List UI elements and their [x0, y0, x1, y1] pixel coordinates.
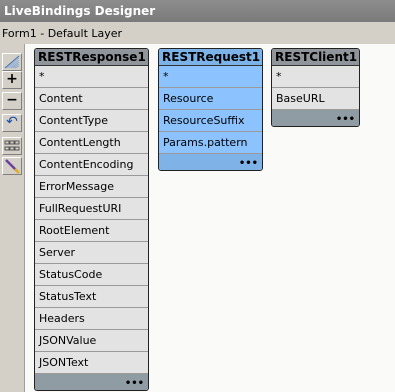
field-row[interactable]: FullRequestURI [35, 198, 148, 220]
zoom-in-icon: + [6, 71, 18, 87]
field-row[interactable]: * [159, 66, 262, 88]
field-row[interactable]: Resource [159, 88, 262, 110]
field-row[interactable]: BaseURL [272, 88, 359, 110]
field-row[interactable]: * [35, 66, 148, 88]
field-row[interactable]: RootElement [35, 220, 148, 242]
field-row[interactable]: ErrorMessage [35, 176, 148, 198]
component-restclient1[interactable]: RESTClient1 * BaseURL ••• [271, 48, 360, 127]
component-footer: ••• [35, 374, 148, 390]
field-row[interactable]: JSONValue [35, 330, 148, 352]
component-restresponse1[interactable]: RESTResponse1 * Content ContentType Cont… [34, 48, 149, 391]
undo-icon: ↶ [6, 114, 18, 130]
field-row[interactable]: ContentLength [35, 132, 148, 154]
field-row[interactable]: * [272, 66, 359, 88]
window-title: LiveBindings Designer [0, 0, 395, 22]
component-title[interactable]: RESTResponse1 [35, 49, 148, 66]
undo-button[interactable]: ↶ [2, 114, 22, 132]
field-row[interactable]: Params.pattern [159, 132, 262, 154]
more-fields-icon[interactable]: ••• [125, 379, 144, 389]
field-row[interactable]: ContentType [35, 110, 148, 132]
layer-bar: Form1 - Default Layer [0, 22, 395, 44]
component-restrequest1[interactable]: RESTRequest1 * Resource ResourceSuffix P… [158, 48, 263, 171]
layers-button[interactable] [2, 137, 22, 155]
designer-toolbar: + − ↶ [0, 44, 24, 392]
more-fields-icon[interactable]: ••• [336, 115, 355, 125]
field-row[interactable]: StatusCode [35, 264, 148, 286]
component-title[interactable]: RESTClient1 [272, 49, 359, 66]
field-row[interactable]: Headers [35, 308, 148, 330]
grid-toggle-button[interactable] [2, 53, 22, 71]
component-footer: ••• [272, 110, 359, 126]
more-fields-icon[interactable]: ••• [239, 159, 258, 169]
link-wizard-icon [5, 159, 20, 174]
form-name[interactable]: Form1 [2, 27, 37, 40]
zoom-out-button[interactable]: − [2, 92, 22, 110]
field-row[interactable]: JSONText [35, 352, 148, 374]
component-footer: ••• [159, 154, 262, 170]
field-row[interactable]: Server [35, 242, 148, 264]
zoom-out-icon: − [6, 92, 18, 108]
field-row[interactable]: ContentEncoding [35, 154, 148, 176]
field-row[interactable]: ResourceSuffix [159, 110, 262, 132]
field-row[interactable]: Content [35, 88, 148, 110]
link-wizard-button[interactable] [2, 157, 22, 175]
layer-separator: - [36, 27, 48, 40]
zoom-in-button[interactable]: + [2, 71, 22, 89]
layer-name[interactable]: Default Layer [48, 27, 122, 40]
component-title[interactable]: RESTRequest1 [159, 49, 262, 66]
field-row[interactable]: StatusText [35, 286, 148, 308]
layers-icon [4, 140, 20, 151]
grid-toggle-icon [4, 55, 20, 69]
